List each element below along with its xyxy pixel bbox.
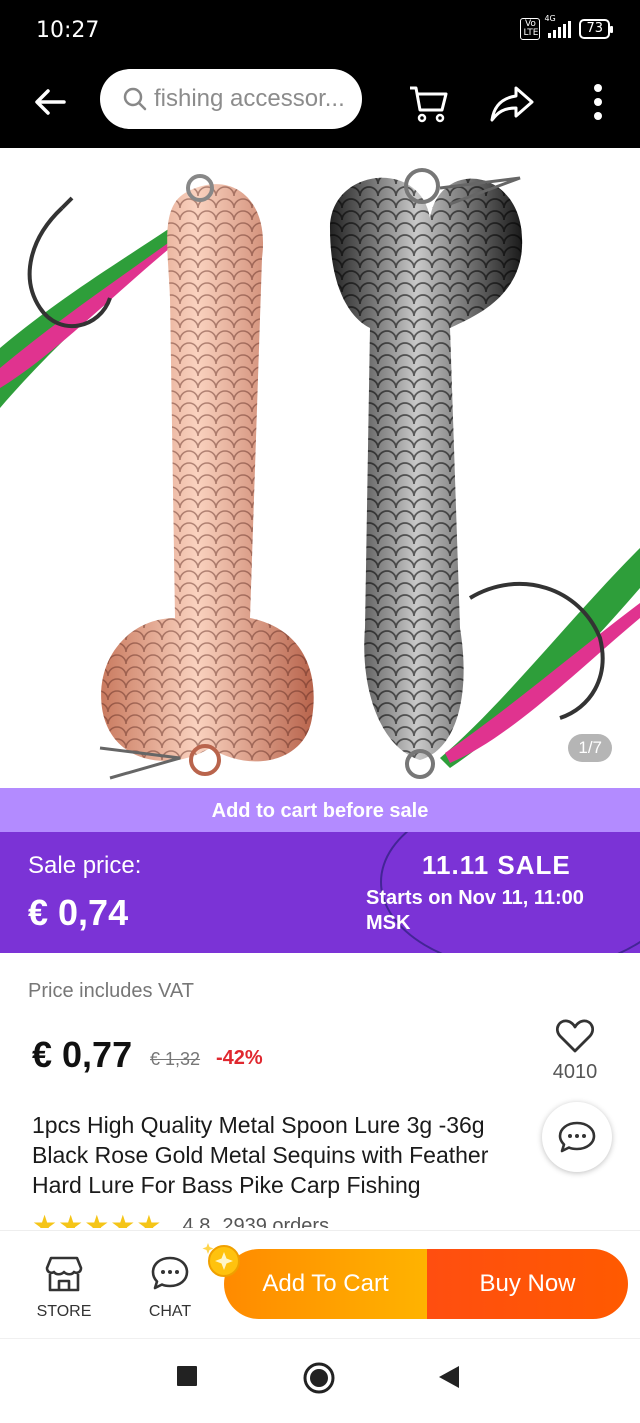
sale-event-title: 11.11 SALE [422, 850, 571, 880]
search-input[interactable]: fishing accessor... [100, 69, 362, 129]
original-price: € 1,32 [150, 1049, 201, 1069]
share-icon[interactable] [488, 78, 536, 126]
back-arrow-icon[interactable] [30, 82, 70, 122]
battery-icon: 73 [579, 19, 613, 39]
rating-value: 4.8 [182, 1215, 211, 1228]
chat-icon [151, 1256, 189, 1290]
chat-bubble-icon [558, 1121, 596, 1153]
vat-note: Price includes VAT [28, 980, 194, 1002]
status-time: 10:27 [36, 18, 100, 43]
status-bar: 10:27 Vo LTE 4G 73 [0, 0, 640, 62]
system-navigation-bar [0, 1338, 640, 1423]
home-icon[interactable] [302, 1361, 336, 1395]
sale-panel: Sale price: € 0,74 11.11 SALE Starts on … [0, 832, 640, 953]
store-label: STORE [36, 1303, 92, 1320]
sale-start-time: Starts on Nov 11, 11:00 MSK [366, 887, 584, 934]
network-type: 4G [544, 14, 556, 23]
purchase-buttons: Add To Cart Buy Now [224, 1249, 628, 1319]
wishlist-count: 4010 [552, 1061, 598, 1083]
more-options-icon[interactable] [574, 78, 622, 126]
add-to-cart-button[interactable]: Add To Cart [224, 1249, 427, 1319]
image-pager: 1/7 [568, 734, 612, 762]
chat-button[interactable]: CHAT [130, 1253, 210, 1321]
top-bar: fishing accessor... [0, 62, 640, 148]
product-image [0, 168, 640, 780]
volte-icon: Vo LTE [520, 18, 541, 40]
chat-label: CHAT [148, 1303, 192, 1320]
signal-icon: 4G [544, 14, 572, 38]
sale-price-label: Sale price: [28, 852, 142, 879]
product-image-gallery[interactable]: 1/7 [0, 148, 640, 788]
search-icon [123, 87, 147, 111]
bottom-action-bar: STORE CHAT Add To Cart Buy Now [0, 1230, 640, 1338]
wishlist-button[interactable]: 4010 [550, 1018, 600, 1084]
add-to-cart-before-sale-banner: Add to cart before sale [0, 788, 640, 832]
search-placeholder: fishing accessor... [154, 85, 345, 112]
buy-now-button[interactable]: Buy Now [427, 1249, 628, 1319]
orders-count: 2939 orders [222, 1215, 330, 1228]
store-icon [45, 1256, 83, 1292]
heart-icon [556, 1019, 594, 1053]
current-price: € 0,77 [32, 1034, 133, 1075]
recent-apps-icon[interactable] [176, 1365, 198, 1387]
rating-row[interactable]: ★★★★★ 4.8 2939 orders [32, 1212, 352, 1228]
coin-icon [202, 1243, 240, 1277]
rating-stars-icon: ★★★★★ [32, 1212, 163, 1228]
discount-badge: -42% [216, 1047, 263, 1069]
product-title: 1pcs High Quality Metal Spoon Lure 3g -3… [32, 1112, 489, 1198]
status-icons: Vo LTE 4G 73 [520, 14, 613, 40]
cart-icon[interactable] [404, 78, 452, 126]
floating-chat-button[interactable] [542, 1102, 612, 1172]
sale-price: € 0,74 [28, 892, 129, 933]
store-button[interactable]: STORE [24, 1253, 104, 1321]
back-triangle-icon[interactable] [438, 1365, 460, 1389]
